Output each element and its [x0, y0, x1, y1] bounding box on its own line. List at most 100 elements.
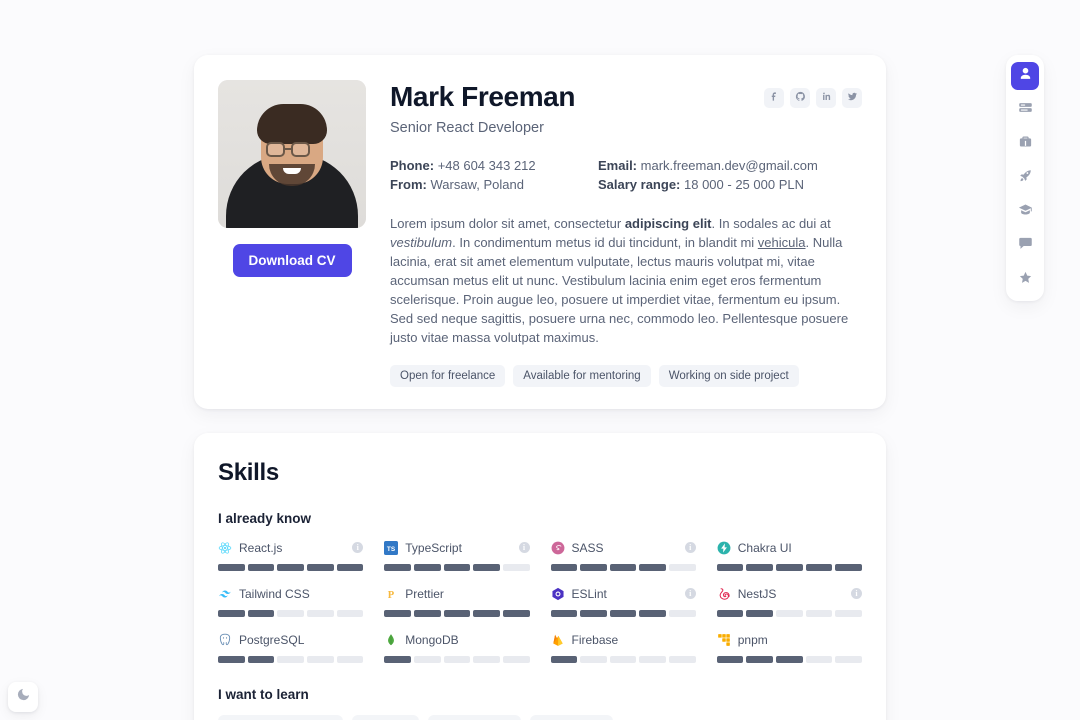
eslint-icon [551, 587, 565, 601]
side-nav [1006, 55, 1044, 301]
skill-level-segment [639, 563, 667, 571]
skill-level-segment [336, 609, 364, 617]
skill-header: PPrettieri [384, 586, 529, 602]
skill-level-segment [218, 655, 245, 663]
bio-part-1: Lorem ipsum dolor sit amet, consectetur [390, 215, 625, 231]
skill-level-segment [835, 563, 863, 571]
skill-name: React.js [239, 540, 283, 555]
skill-level-segment [776, 563, 803, 571]
rocket-icon [1018, 168, 1033, 188]
nav-item-favorites[interactable] [1011, 266, 1039, 294]
skill-level-segment [247, 609, 275, 617]
skill-name: Tailwind CSS [239, 586, 310, 601]
status-badge: Open for freelance [390, 364, 506, 387]
social-link-facebook[interactable] [764, 88, 784, 108]
skill-level-segment [746, 609, 774, 617]
skill-level-segment [502, 655, 530, 663]
chakra-icon [717, 541, 731, 555]
nav-item-contact[interactable] [1011, 232, 1039, 260]
learn-tag[interactable]: Supabase [428, 714, 522, 720]
skill-level-segment [609, 655, 637, 663]
graduation-cap-icon [1018, 202, 1033, 222]
phone-value: +48 604 343 212 [437, 157, 536, 173]
learn-tag[interactable]: Apollo GraphQL [218, 714, 344, 720]
email-value: mark.freeman.dev@gmail.com [640, 157, 818, 173]
skill-level-segment [384, 609, 411, 617]
skill-level-segment [639, 655, 667, 663]
info-icon[interactable]: i [851, 588, 862, 600]
skill-level-bars [550, 609, 696, 617]
info-icon[interactable]: i [518, 542, 530, 554]
skill-level-segment [550, 655, 578, 663]
skill-level-segment [443, 655, 471, 663]
skill-level-segment [609, 609, 637, 617]
skill-level-segment [716, 655, 744, 663]
main-column: Download CV Mark Freeman Senior React De… [194, 0, 886, 720]
nav-item-about[interactable] [1011, 62, 1039, 90]
bio-bold: adipiscing elit [624, 215, 712, 231]
info-icon[interactable]: i [684, 588, 696, 600]
skill-level-segment [609, 563, 637, 571]
bio-part-3: . In condimentum metus id dui tincidunt,… [452, 234, 758, 250]
star-icon [1018, 270, 1033, 290]
skill-level-segment [550, 609, 578, 617]
skill-name: PostgreSQL [239, 632, 305, 647]
skill-level-segment [776, 609, 803, 617]
profile-info: Mark Freeman Senior React Developer Phon… [390, 80, 862, 387]
bio-link[interactable]: vehicula [758, 235, 806, 250]
linkedin-icon [821, 89, 832, 107]
page-title: Mark Freeman [390, 81, 576, 112]
dark-mode-toggle[interactable] [8, 682, 38, 712]
skill-item: PostgreSQLi [218, 632, 364, 663]
skill-level-segment [502, 563, 530, 571]
learn-skills-list: Apollo GraphQL Astro Supabase Cypress [218, 714, 862, 720]
skill-level-bars [716, 609, 863, 617]
known-skills-grid: React.jsiTSTypeScriptiSASSiChakra UIiTai… [218, 540, 863, 663]
info-icon[interactable]: i [352, 542, 364, 554]
social-link-github[interactable] [790, 88, 810, 108]
chat-bubble-icon [1018, 236, 1033, 256]
moon-icon [16, 687, 31, 707]
nav-item-experience[interactable] [1011, 130, 1039, 158]
skill-item: Firebasei [550, 632, 696, 663]
skill-header: NestJS i [717, 586, 862, 602]
avatar-column: Download CV [218, 80, 366, 387]
skill-header: ESLint i [551, 586, 696, 602]
social-link-linkedin[interactable] [816, 88, 836, 108]
skill-header: TS TypeScript i [384, 540, 530, 556]
skill-level-segment [384, 563, 411, 571]
contact-from: From: Warsaw, Poland [390, 177, 598, 192]
nav-item-skills[interactable] [1011, 96, 1039, 124]
typescript-icon: TS [384, 540, 399, 555]
learn-tag[interactable]: Cypress [530, 714, 614, 720]
skill-name: Prettier [405, 586, 444, 601]
skill-level-bars [716, 563, 863, 571]
skill-name: TypeScript [405, 540, 462, 555]
skill-item: SASS i [550, 540, 696, 571]
skill-level-segment [413, 563, 441, 571]
facebook-icon [769, 89, 780, 107]
skill-level-bars [384, 609, 530, 617]
learn-skills-label: I want to learn [218, 686, 309, 702]
skill-level-segment [716, 609, 744, 617]
social-link-twitter[interactable] [842, 88, 862, 108]
download-cv-button[interactable]: Download CV [232, 244, 352, 277]
skill-name: Chakra UI [737, 540, 792, 555]
skill-level-bars [218, 609, 364, 617]
skill-level-segment [580, 609, 607, 617]
bio-italic: vestibulum [390, 234, 453, 250]
tailwind-icon [218, 587, 232, 601]
skill-level-segment [336, 655, 364, 663]
skill-name: Firebase [571, 632, 619, 647]
twitter-icon [847, 89, 858, 107]
skill-header: pnpmi [717, 632, 862, 648]
nav-item-projects[interactable] [1011, 164, 1039, 192]
skill-level-segment [669, 655, 696, 663]
list-bars-icon [1018, 100, 1033, 120]
skill-level-segment [805, 655, 833, 663]
learn-tag[interactable]: Astro [352, 714, 420, 720]
skill-level-bars [716, 655, 863, 663]
nav-item-education[interactable] [1011, 198, 1039, 226]
info-icon[interactable]: i [684, 542, 696, 554]
email-label: Email: [598, 157, 638, 173]
